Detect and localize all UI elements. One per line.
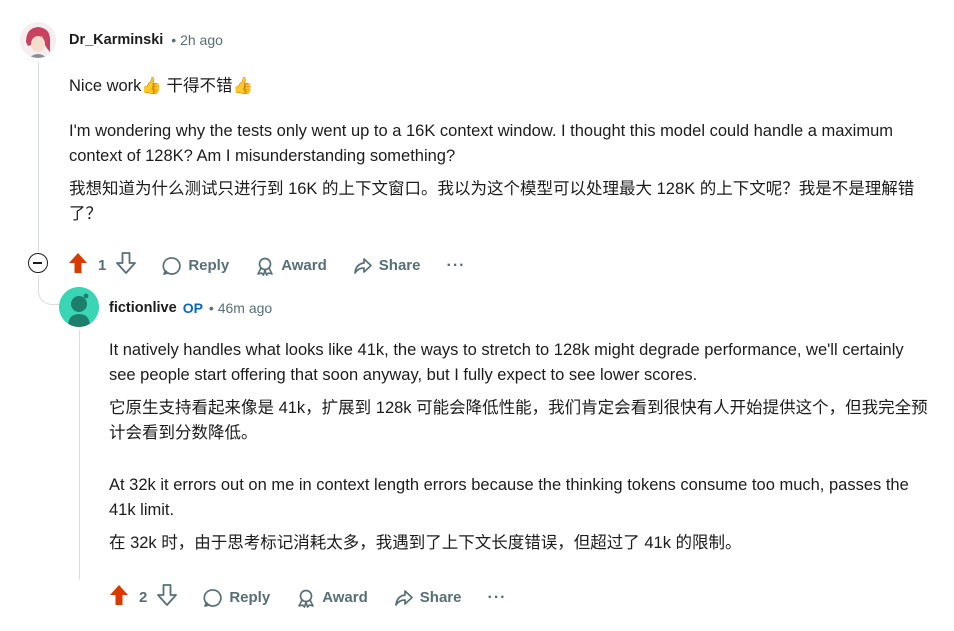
award-icon <box>296 588 316 608</box>
thread-line <box>79 330 80 580</box>
username[interactable]: Dr_Karminski <box>69 32 163 48</box>
thread-line <box>38 62 39 252</box>
comment-paragraph: 在 32k 时，由于思考标记消耗太多，我遇到了上下文长度错误，但超过了 41k … <box>109 534 742 552</box>
op-badge: OP <box>182 300 203 316</box>
comment-header: Dr_Karminski • 2h ago <box>69 32 223 48</box>
comment-line: Nice work👍 干得不错👍 <box>69 77 254 95</box>
downvote-icon[interactable] <box>157 584 178 611</box>
more-options-button[interactable]: ··· <box>446 257 465 275</box>
share-label: Share <box>419 589 462 606</box>
share-label: Share <box>378 257 421 274</box>
share-button[interactable]: Share <box>353 256 421 276</box>
award-icon <box>255 256 275 276</box>
comment-actions: 2 Reply Award Share ··· <box>109 584 506 611</box>
comment-paragraph: 我想知道为什么测试只进行到 16K 的上下文窗口。我以为这个模型可以处理最大 1… <box>69 180 915 223</box>
timestamp: • 2h ago <box>171 32 223 48</box>
comment-paragraph: I'm wondering why the tests only went up… <box>69 122 894 165</box>
thread-connector <box>38 275 60 305</box>
vote-group: 2 <box>109 584 178 611</box>
vote-count: 2 <box>139 589 148 606</box>
username[interactable]: fictionlive <box>109 300 177 316</box>
vote-group: 1 <box>68 252 137 279</box>
collapse-button[interactable] <box>28 253 48 273</box>
upvote-icon[interactable] <box>109 584 129 611</box>
timestamp-text: 46m ago <box>217 300 273 316</box>
downvote-icon[interactable] <box>116 252 137 279</box>
more-options-button[interactable]: ··· <box>487 589 506 607</box>
reply-label: Reply <box>188 257 230 274</box>
comment-header: fictionlive OP • 46m ago <box>109 300 272 316</box>
award-button[interactable]: Award <box>255 256 327 276</box>
comment-paragraph: It natively handles what looks like 41k,… <box>109 341 904 384</box>
timestamp: • 46m ago <box>208 300 273 316</box>
comment-body: It natively handles what looks like 41k,… <box>109 338 934 556</box>
award-button[interactable]: Award <box>296 588 368 608</box>
avatar[interactable] <box>20 22 56 58</box>
more-icon: ··· <box>446 256 466 274</box>
avatar[interactable] <box>59 287 99 327</box>
comment-paragraph: At 32k it errors out on me in context le… <box>109 476 909 519</box>
comment-actions: 1 Reply Award Share ··· <box>68 252 465 279</box>
share-button[interactable]: Share <box>394 588 462 608</box>
comment-icon <box>203 588 223 608</box>
more-icon: ··· <box>487 588 507 606</box>
reply-button[interactable]: Reply <box>162 256 229 276</box>
award-label: Award <box>322 589 368 606</box>
share-icon <box>394 588 414 608</box>
comment-paragraph: 它原生支持看起来像是 41k，扩展到 128k 可能会降低性能，我们肯定会看到很… <box>109 399 928 442</box>
reply-button[interactable]: Reply <box>203 588 270 608</box>
timestamp-text: 2h ago <box>180 32 223 48</box>
share-icon <box>353 256 373 276</box>
reply-label: Reply <box>229 589 271 606</box>
award-label: Award <box>281 257 327 274</box>
vote-count: 1 <box>98 257 107 274</box>
comment-body: Nice work👍 干得不错👍 I'm wondering why the t… <box>69 74 929 227</box>
comment-icon <box>162 256 182 276</box>
upvote-icon[interactable] <box>68 252 88 279</box>
